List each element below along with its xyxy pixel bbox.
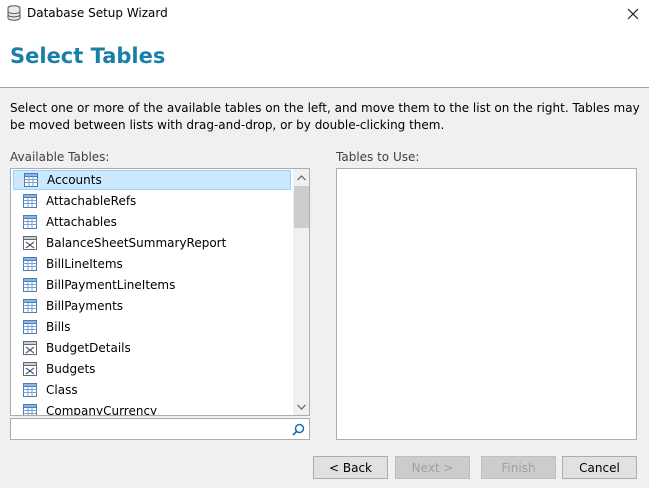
tables-to-use-list[interactable] [336,168,637,440]
list-item[interactable]: Bills [13,317,291,337]
list-item-label: Attachables [46,215,117,229]
list-item[interactable]: CompanyCurrency [13,401,291,415]
table-icon [22,298,38,314]
chevron-up-icon [297,174,306,180]
list-item-label: BillPayments [46,299,124,313]
wizard-header: Select Tables [0,27,649,88]
instructions-text: Select one or more of the available tabl… [10,101,640,132]
table-icon [22,403,38,415]
list-item[interactable]: AttachableRefs [13,191,291,211]
close-button[interactable] [616,0,649,27]
page-title: Select Tables [10,44,166,68]
table-icon [23,172,39,188]
list-item[interactable]: Accounts [13,170,291,190]
available-tables-items: Accounts AttachableRefs Attachables Balance… [11,169,293,415]
report-icon [22,235,38,251]
list-item-label: BudgetDetails [46,341,131,355]
scrollbar-thumb[interactable] [294,186,309,228]
database-icon [7,5,21,21]
list-item-label: Accounts [47,173,102,187]
available-tables-list[interactable]: Accounts AttachableRefs Attachables Balance… [10,168,310,416]
search-button[interactable] [288,419,309,439]
list-item[interactable]: Budgets [13,359,291,379]
list-item[interactable]: BudgetDetails [13,338,291,358]
table-icon [22,193,38,209]
list-item-label: Bills [46,320,71,334]
report-icon [22,361,38,377]
list-item[interactable]: BillPaymentLineItems [13,275,291,295]
table-search-box [10,418,310,440]
next-button[interactable]: Next > [395,456,470,479]
list-item-label: BillLineItems [46,257,123,271]
scroll-down-button[interactable] [293,398,309,415]
list-item-label: Class [46,383,78,397]
list-item[interactable]: BillPayments [13,296,291,316]
chevron-down-icon [297,404,306,410]
list-item-label: AttachableRefs [46,194,137,208]
cancel-button[interactable]: Cancel [562,456,637,479]
list-item[interactable]: BalanceSheetSummaryReport [13,233,291,253]
list-item[interactable]: Attachables [13,212,291,232]
list-item[interactable]: Class [13,380,291,400]
table-icon [22,214,38,230]
table-icon [22,382,38,398]
table-search-input[interactable] [13,420,283,438]
wizard-body: Select one or more of the available tabl… [0,88,649,488]
table-icon [22,319,38,335]
list-item-label: CompanyCurrency [46,404,158,415]
search-icon [292,423,305,436]
title-bar: Database Setup Wizard [0,0,649,27]
scroll-up-button[interactable] [293,169,309,186]
finish-button[interactable]: Finish [481,456,556,479]
report-icon [22,340,38,356]
tables-to-use-label: Tables to Use: [336,150,420,164]
available-tables-label: Available Tables: [10,150,110,164]
list-item-label: Budgets [46,362,96,376]
list-item-label: BalanceSheetSummaryReport [46,236,227,250]
list-item[interactable]: BillLineItems [13,254,291,274]
close-icon [627,8,638,19]
table-icon [22,256,38,272]
window-title: Database Setup Wizard [27,6,168,20]
back-button[interactable]: < Back [313,456,388,479]
list-item-label: BillPaymentLineItems [46,278,176,292]
vertical-scrollbar[interactable] [293,169,309,415]
table-icon [22,277,38,293]
